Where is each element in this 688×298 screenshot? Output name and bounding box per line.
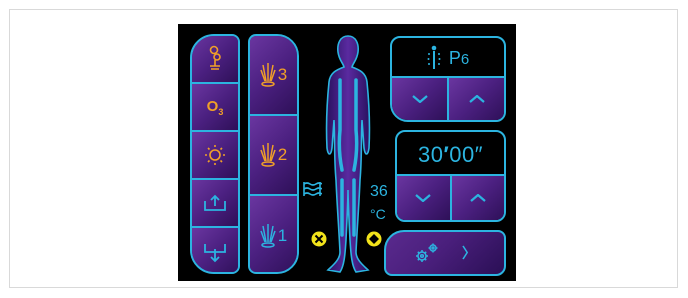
jet-level-2-label: 2 [277, 145, 288, 164]
ozone-button[interactable]: O3 [192, 84, 238, 132]
chevron-up-icon [468, 95, 485, 103]
water-temperature-icon [303, 182, 322, 196]
chevron-down-icon [415, 194, 431, 202]
function-column: O3 [190, 34, 240, 274]
timer-down-button[interactable] [397, 176, 450, 220]
control-panel: O3 3 2 1 36 °C P6 30′00″ 〉 [178, 24, 516, 281]
settings-button[interactable]: 〉 [384, 230, 506, 276]
light-button[interactable] [192, 132, 238, 180]
program-down-button[interactable] [392, 78, 447, 120]
program-up-button[interactable] [447, 78, 504, 120]
jet-level-3-label: 3 [277, 65, 288, 84]
drain-tub-icon [204, 244, 226, 263]
jet-icon [260, 224, 276, 248]
jet-icon [260, 63, 276, 87]
chevron-down-icon [411, 95, 428, 103]
jet-icon [260, 143, 276, 167]
aroma-icon [209, 45, 221, 70]
timer-up-button[interactable] [449, 176, 504, 220]
sun-light-icon [205, 145, 225, 165]
jet-level-3-button[interactable]: 3 [250, 36, 297, 116]
timer-selector: 30′00″ [395, 130, 506, 222]
water-temperature-value: 36 [370, 183, 388, 200]
program-selector: P6 [390, 36, 506, 122]
next-arrow-label: 〉 [462, 245, 476, 261]
cancel-warning-icon[interactable] [310, 230, 328, 248]
fill-tub-icon [204, 194, 226, 211]
aroma-button[interactable] [192, 36, 238, 84]
jet-level-2-button[interactable]: 2 [250, 116, 297, 196]
jet-level-column: 3 2 1 [248, 34, 299, 274]
chevron-up-icon [470, 194, 486, 202]
fill-tub-button[interactable] [192, 180, 238, 228]
jet-level-1-label: 1 [277, 226, 288, 245]
program-label: P6 [448, 47, 470, 68]
jet-level-1-button[interactable]: 1 [250, 196, 297, 272]
body-program-icon [427, 45, 441, 69]
drain-tub-button[interactable] [192, 228, 238, 272]
gears-icon [416, 243, 438, 262]
timer-display: 30′00″ [417, 142, 484, 167]
water-temperature-unit: °C [370, 206, 386, 222]
ozone-label: O3 [206, 97, 224, 117]
alert-warning-icon[interactable] [365, 230, 383, 248]
